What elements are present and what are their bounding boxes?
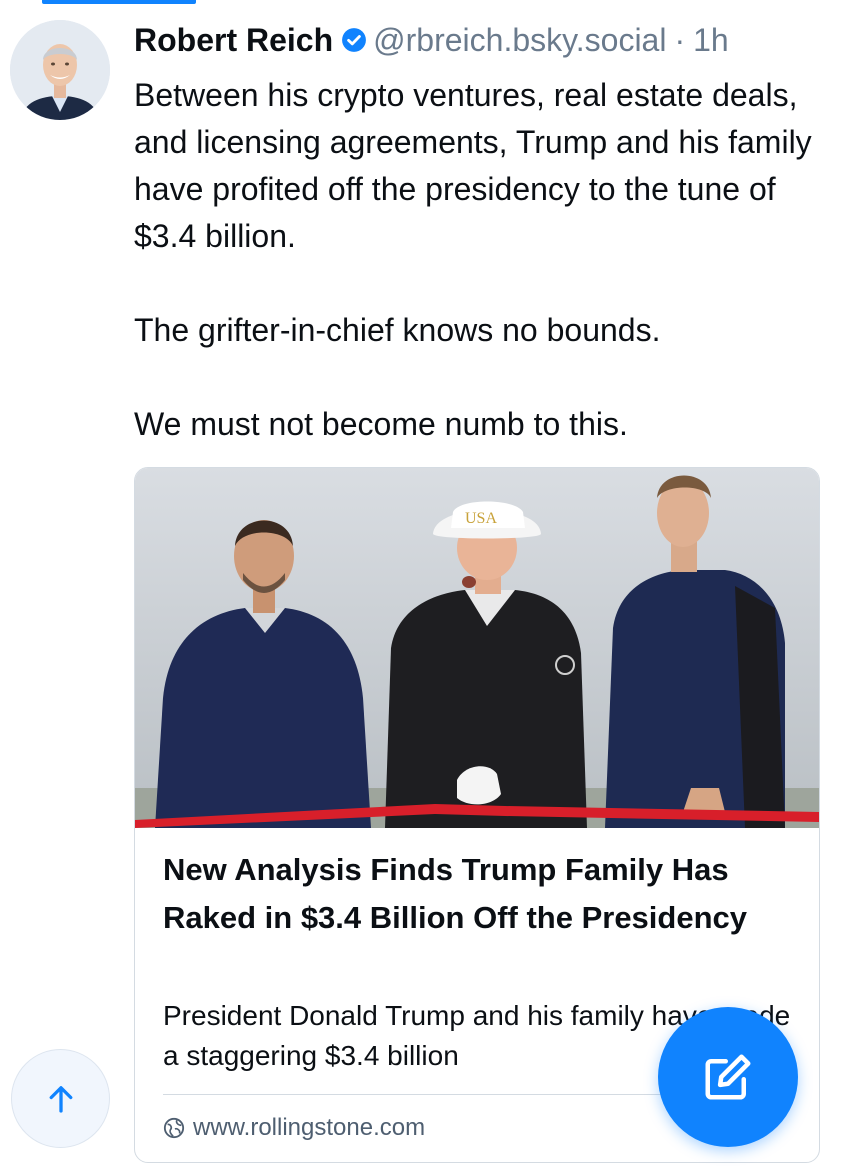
article-title[interactable]: New Analysis Finds Trump Family Has Rake… [163, 846, 763, 942]
globe-icon [163, 1117, 185, 1139]
post-header: Robert Reich @rbreich.bsky.social · 1h [134, 18, 729, 62]
active-tab-indicator [42, 0, 196, 4]
avatar[interactable] [10, 20, 110, 120]
post-paragraph: The grifter-in-chief knows no bounds. [134, 312, 661, 348]
avatar-photo [10, 20, 110, 120]
author-handle[interactable]: @rbreich.bsky.social [373, 22, 666, 59]
post-paragraph: Between his crypto ventures, real estate… [134, 77, 812, 254]
post-timestamp[interactable]: 1h [693, 22, 729, 59]
article-thumbnail: USA [135, 468, 819, 828]
author-name[interactable]: Robert Reich [134, 22, 333, 59]
header-separator: · [674, 21, 686, 58]
post-paragraph: We must not become numb to this. [134, 406, 628, 442]
domain-text: www.rollingstone.com [193, 1114, 426, 1141]
cap-lettering: USA [465, 510, 497, 527]
scroll-to-top-button[interactable] [11, 1049, 110, 1148]
compose-pencil-icon [705, 1054, 751, 1100]
verified-check-icon[interactable] [341, 27, 367, 53]
arrow-up-icon [49, 1085, 72, 1113]
compose-post-button[interactable] [658, 1007, 798, 1147]
article-domain[interactable]: www.rollingstone.com [163, 1110, 425, 1146]
post-text: Between his crypto ventures, real estate… [134, 72, 824, 448]
